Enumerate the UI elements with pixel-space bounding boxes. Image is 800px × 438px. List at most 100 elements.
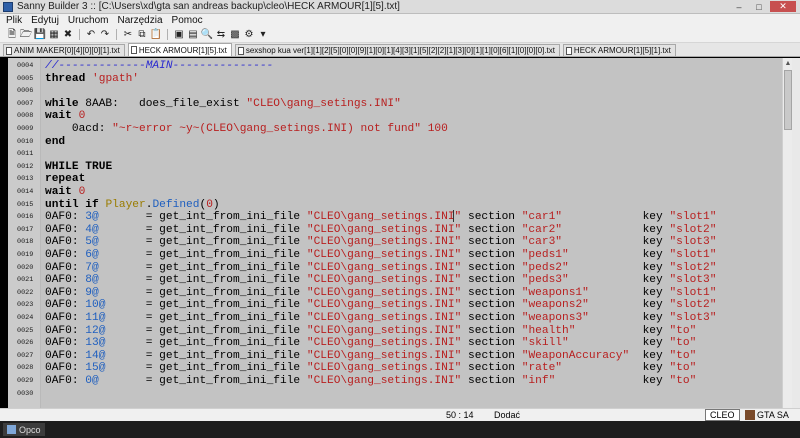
code-line[interactable]: 0AF0: 3@ = get_int_from_ini_file "CLEO\g… <box>45 211 716 224</box>
paste-icon[interactable]: 📋 <box>150 29 162 41</box>
code-line[interactable]: 0AF0: 13@ = get_int_from_ini_file "CLEO\… <box>45 337 696 350</box>
toolbar-separator <box>167 29 168 40</box>
chevron-down-icon[interactable]: ▾ <box>257 29 269 41</box>
find-icon[interactable]: 🔍 <box>201 29 213 41</box>
code-line[interactable]: wait 0 <box>45 186 85 199</box>
line-number: 0026 <box>17 339 34 348</box>
code-line[interactable]: 0AF0: 15@ = get_int_from_ini_file "CLEO\… <box>45 362 696 375</box>
close-icon[interactable]: ✖ <box>62 29 74 41</box>
code-editor[interactable]: 0004 0005 0006 0007 0008 0009 0010 0011 0012 0013… <box>8 58 782 408</box>
game-icon <box>745 410 755 420</box>
code-line[interactable]: 0AF0: 14@ = get_int_from_ini_file "CLEO\… <box>45 350 696 363</box>
tab-label: sexshop kua ver[1][1][2][5][0][0][9][1][… <box>245 46 555 55</box>
code-line[interactable]: 0AF0: 8@ = get_int_from_ini_file "CLEO\g… <box>45 274 716 287</box>
code-line[interactable]: end <box>45 136 65 149</box>
taskbar-item-label: Opco <box>19 424 41 435</box>
menu-file[interactable]: Plik <box>6 15 22 26</box>
code-line[interactable]: wait 0 <box>45 110 85 123</box>
settings-icon[interactable]: ⚙ <box>243 29 255 41</box>
code-line[interactable]: 0AF0: 0@ = get_int_from_ini_file "CLEO\g… <box>45 375 696 388</box>
image-icon[interactable]: ▩ <box>229 29 241 41</box>
code-line[interactable]: 0acd: "~r~error ~y~(CLEO\gang_setings.IN… <box>45 123 448 136</box>
line-number: 0012 <box>17 162 34 171</box>
code-line[interactable]: while 8AAB: does_file_exist "CLEO\gang_s… <box>45 98 401 111</box>
code-line[interactable]: 0AF0: 11@ = get_int_from_ini_file "CLEO\… <box>45 312 716 325</box>
tab-file[interactable]: sexshop kua ver[1][1][2][5][0][0][9][1][… <box>234 44 560 56</box>
code-line[interactable]: 0AF0: 4@ = get_int_from_ini_file "CLEO\g… <box>45 224 716 237</box>
line-number-gutter: 0004 0005 0006 0007 0008 0009 0010 0011 0012 0013… <box>8 58 41 408</box>
code-line[interactable]: until if Player.Defined(0) <box>45 199 220 212</box>
line-number: 0010 <box>17 137 34 146</box>
line-number: 0030 <box>17 389 34 398</box>
line-number: 0014 <box>17 188 34 196</box>
cut-icon[interactable]: ✂ <box>122 29 134 41</box>
code-line[interactable]: 0AF0: 5@ = get_int_from_ini_file "CLEO\g… <box>45 236 716 249</box>
line-number: 0023 <box>17 301 34 310</box>
game-selector[interactable]: GTA SA <box>745 409 789 421</box>
line-number: 0020 <box>17 263 34 272</box>
compile-icon[interactable]: ▣ <box>173 29 185 41</box>
maximize-button[interactable]: □ <box>750 1 768 12</box>
code-line[interactable]: 0AF0: 7@ = get_int_from_ini_file "CLEO\g… <box>45 262 716 275</box>
code-line[interactable]: repeat <box>45 173 85 186</box>
document-icon <box>6 46 12 55</box>
copy-icon[interactable]: ⧉ <box>136 29 148 41</box>
file-tabs: ANIM MAKER[0][4][0][0][1].txt HECK ARMOU… <box>0 43 800 57</box>
menu-run[interactable]: Uruchom <box>68 15 109 26</box>
window-controls: – □ ✕ <box>730 1 796 12</box>
minimize-button[interactable]: – <box>730 1 748 12</box>
tab-label: HECK ARMOUR[1][5].txt <box>138 45 227 55</box>
line-number: 0029 <box>17 377 34 385</box>
window-icon <box>7 425 16 434</box>
code-line[interactable]: thread 'gpath' <box>45 73 139 86</box>
line-number: 0004 <box>17 62 34 70</box>
game-label: GTA SA <box>757 410 789 420</box>
language-badge[interactable]: CLEO <box>705 409 740 421</box>
toolbar-separator <box>116 29 117 40</box>
save-icon[interactable]: 💾 <box>34 29 46 41</box>
code-line[interactable]: //-------------MAIN--------------- <box>45 60 273 73</box>
app-icon <box>3 1 13 12</box>
right-edge <box>792 58 800 408</box>
toolbar-separator <box>79 29 80 40</box>
vertical-scrollbar[interactable]: ▲ <box>782 58 792 408</box>
line-number: 0008 <box>17 112 34 121</box>
line-number: 0013 <box>17 175 34 184</box>
open-icon[interactable]: 🗁 <box>20 29 32 41</box>
new-icon[interactable]: 🗎 <box>6 29 18 41</box>
menu-tools[interactable]: Narzędzia <box>118 15 163 26</box>
save-all-icon[interactable]: ▦ <box>48 29 60 41</box>
undo-icon[interactable]: ↶ <box>85 29 97 41</box>
line-number: 0017 <box>17 225 34 234</box>
line-number: 0006 <box>17 87 34 96</box>
toolbar: 🗎 🗁 💾 ▦ ✖ ↶ ↷ ✂ ⧉ 📋 ▣ ▤ 🔍 ⇆ ▩ ⚙ ▾ <box>0 27 800 43</box>
menu-help[interactable]: Pomoc <box>172 15 203 26</box>
redo-icon[interactable]: ↷ <box>99 29 111 41</box>
document-icon <box>237 46 244 55</box>
line-number: 0016 <box>17 213 34 222</box>
code-line[interactable]: 0AF0: 6@ = get_int_from_ini_file "CLEO\g… <box>45 249 716 262</box>
tab-label: ANIM MAKER[0][4][0][0][1].txt <box>14 46 120 55</box>
line-number: 0019 <box>17 251 34 259</box>
menu-edit[interactable]: Edytuj <box>31 15 59 26</box>
line-number: 0018 <box>17 238 34 247</box>
tab-file[interactable]: HECK ARMOUR[1][5][1].txt <box>562 44 676 56</box>
close-window-button[interactable]: ✕ <box>770 1 796 12</box>
tab-file-active[interactable]: HECK ARMOUR[1][5].txt <box>127 43 232 56</box>
code-line[interactable]: WHILE TRUE <box>45 161 112 174</box>
code-line[interactable]: 0AF0: 10@ = get_int_from_ini_file "CLEO\… <box>45 299 716 312</box>
line-number: 0007 <box>17 99 34 108</box>
line-number: 0024 <box>17 314 34 322</box>
text-cursor <box>453 210 454 222</box>
tab-file[interactable]: ANIM MAKER[0][4][0][0][1].txt <box>3 44 125 56</box>
line-number: 0009 <box>17 125 34 133</box>
scrollbar-thumb[interactable] <box>784 70 792 130</box>
replace-icon[interactable]: ⇆ <box>215 29 227 41</box>
line-number: 0025 <box>17 326 34 335</box>
code-line[interactable]: 0AF0: 9@ = get_int_from_ini_file "CLEO\g… <box>45 287 716 300</box>
line-number: 0021 <box>17 276 34 285</box>
taskbar-item[interactable]: Opco <box>3 423 45 436</box>
code-line[interactable]: 0AF0: 12@ = get_int_from_ini_file "CLEO\… <box>45 325 696 338</box>
cursor-position: 50 : 14 <box>446 410 474 420</box>
decompile-icon[interactable]: ▤ <box>187 29 199 41</box>
